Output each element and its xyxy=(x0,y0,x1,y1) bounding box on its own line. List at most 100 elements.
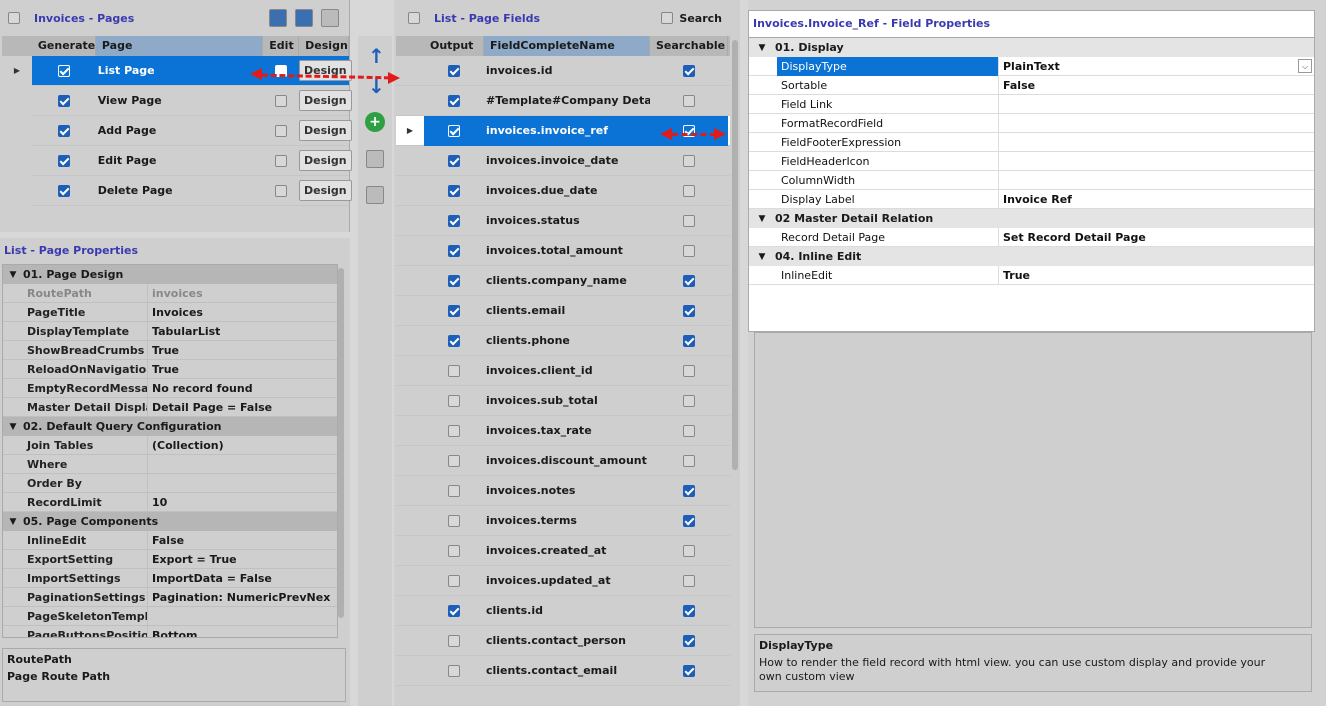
searchable-checkbox[interactable] xyxy=(683,245,695,257)
output-checkbox[interactable] xyxy=(448,245,460,257)
generate-checkbox[interactable] xyxy=(57,65,70,77)
output-checkbox[interactable] xyxy=(448,515,460,527)
output-checkbox[interactable] xyxy=(448,215,460,227)
output-checkbox[interactable] xyxy=(448,125,460,137)
page-row[interactable]: ▶ List Page Design xyxy=(2,55,352,86)
field-row[interactable]: ▶ invoices.tax_rate xyxy=(396,416,730,446)
page-prop-row[interactable]: EmptyRecordMessageNo record found xyxy=(3,378,337,398)
page-prop-category[interactable]: ▼ 05. Page Components xyxy=(3,512,337,531)
field-prop-row[interactable]: Record Detail Page Set Record Detail Page xyxy=(749,227,1314,247)
chevron-down-icon[interactable]: ⌵ xyxy=(1298,59,1312,73)
output-checkbox[interactable] xyxy=(448,425,460,437)
page-prop-row[interactable]: PageSkeletonTemplate xyxy=(3,606,337,626)
searchable-checkbox[interactable] xyxy=(683,95,695,107)
searchable-checkbox[interactable] xyxy=(683,65,695,77)
field-row[interactable]: ▶ invoices.terms xyxy=(396,506,730,536)
pages-select-all-checkbox[interactable] xyxy=(8,12,20,24)
field-row[interactable]: ▶ invoices.status xyxy=(396,206,730,236)
output-checkbox[interactable] xyxy=(448,545,460,557)
add-field-icon[interactable]: + xyxy=(365,112,385,132)
field-row[interactable]: ▶ invoices.invoice_ref xyxy=(396,115,730,146)
field-prop-row[interactable]: Display Label Invoice Ref xyxy=(749,189,1314,209)
prop-value[interactable]: True xyxy=(999,269,1314,282)
output-checkbox[interactable] xyxy=(448,335,460,347)
design-button[interactable]: Design xyxy=(299,120,352,141)
searchable-checkbox[interactable] xyxy=(683,425,695,437)
output-checkbox[interactable] xyxy=(448,605,460,617)
field-prop-row[interactable]: Field Link xyxy=(749,94,1314,114)
output-checkbox[interactable] xyxy=(448,635,460,647)
page-prop-row[interactable]: ReloadOnNavigation True xyxy=(3,359,337,379)
prop-value[interactable]: TabularList xyxy=(148,325,220,338)
remove-field-icon[interactable] xyxy=(366,186,384,204)
prop-value[interactable]: True xyxy=(148,344,179,357)
page-prop-row[interactable]: ExportSetting Export = True xyxy=(3,549,337,569)
searchable-checkbox[interactable] xyxy=(683,155,695,167)
prop-value[interactable]: Detail Page = False xyxy=(148,401,272,414)
delete-page-icon[interactable] xyxy=(321,9,339,27)
edit-checkbox[interactable] xyxy=(275,125,288,137)
output-checkbox[interactable] xyxy=(448,575,460,587)
searchable-checkbox[interactable] xyxy=(683,305,695,317)
field-prop-row[interactable]: DisplayType PlainText ⌵ xyxy=(749,56,1314,76)
field-row[interactable]: ▶ invoices.client_id xyxy=(396,356,730,386)
field-prop-row[interactable]: ColumnWidth xyxy=(749,170,1314,190)
searchable-checkbox[interactable] xyxy=(683,455,695,467)
output-checkbox[interactable] xyxy=(448,275,460,287)
fields-scrollbar[interactable] xyxy=(732,40,738,470)
page-prop-row[interactable]: Order By xyxy=(3,473,337,493)
searchable-checkbox[interactable] xyxy=(683,275,695,287)
prop-value[interactable]: False xyxy=(148,534,184,547)
field-row[interactable]: ▶ invoices.created_at xyxy=(396,536,730,566)
generate-checkbox[interactable] xyxy=(57,155,70,167)
edit-field-icon[interactable] xyxy=(366,150,384,168)
collapse-icon[interactable]: ▼ xyxy=(3,422,23,432)
prop-value[interactable]: Export = True xyxy=(148,553,237,566)
searchable-checkbox[interactable] xyxy=(683,575,695,587)
prop-value[interactable]: True xyxy=(148,363,179,376)
edit-checkbox[interactable] xyxy=(275,185,288,197)
field-prop-row[interactable]: FormatRecordField xyxy=(749,113,1314,133)
design-button[interactable]: Design xyxy=(299,90,352,111)
field-row[interactable]: ▶ invoices.updated_at xyxy=(396,566,730,596)
prop-value[interactable]: Pagination: NumericPrevNex xyxy=(148,591,330,604)
prop-value[interactable]: PlainText xyxy=(999,60,1298,73)
searchable-checkbox[interactable] xyxy=(683,515,695,527)
field-prop-row[interactable]: FieldFooterExpression xyxy=(749,132,1314,152)
prop-value[interactable]: Invoice Ref xyxy=(999,193,1314,206)
field-prop-row[interactable]: InlineEdit True xyxy=(749,265,1314,285)
output-checkbox[interactable] xyxy=(448,665,460,677)
field-row[interactable]: ▶ invoices.sub_total xyxy=(396,386,730,416)
field-prop-category[interactable]: ▼ 02 Master Detail Relation xyxy=(749,209,1314,228)
page-prop-row[interactable]: ShowBreadCrumbs True xyxy=(3,340,337,360)
output-checkbox[interactable] xyxy=(448,455,460,467)
edit-checkbox[interactable] xyxy=(275,95,288,107)
searchable-checkbox[interactable] xyxy=(683,395,695,407)
page-prop-row[interactable]: RoutePath invoices xyxy=(3,283,337,303)
output-checkbox[interactable] xyxy=(448,485,460,497)
design-button[interactable]: Design xyxy=(299,150,352,171)
output-checkbox[interactable] xyxy=(448,305,460,317)
page-row[interactable]: ▶ View Page Design xyxy=(2,85,352,116)
page-prop-row[interactable]: Where xyxy=(3,454,337,474)
generate-checkbox[interactable] xyxy=(57,185,70,197)
prop-value[interactable]: False xyxy=(999,79,1314,92)
prop-value[interactable]: No record found xyxy=(148,382,253,395)
searchable-checkbox[interactable] xyxy=(683,215,695,227)
field-row[interactable]: ▶ clients.company_name xyxy=(396,266,730,296)
field-row[interactable]: ▶ clients.email xyxy=(396,296,730,326)
generate-checkbox[interactable] xyxy=(57,125,70,137)
move-up-icon[interactable]: ↑ xyxy=(368,44,385,68)
prop-value[interactable]: Set Record Detail Page xyxy=(999,231,1314,244)
searchable-checkbox[interactable] xyxy=(683,365,695,377)
page-prop-row[interactable]: PageTitle Invoices xyxy=(3,302,337,322)
field-row[interactable]: ▶ clients.contact_person xyxy=(396,626,730,656)
design-button[interactable]: Design xyxy=(299,180,352,201)
page-prop-row[interactable]: ImportSettings ImportData = False xyxy=(3,568,337,588)
page-row[interactable]: ▶ Add Page Design xyxy=(2,115,352,146)
page-prop-category[interactable]: ▼ 01. Page Design xyxy=(3,265,337,284)
field-row[interactable]: ▶ invoices.discount_amount xyxy=(396,446,730,476)
page-prop-row[interactable]: InlineEdit False xyxy=(3,530,337,550)
page-prop-row[interactable]: Join Tables (Collection) xyxy=(3,435,337,455)
field-row[interactable]: ▶ invoices.total_amount xyxy=(396,236,730,266)
